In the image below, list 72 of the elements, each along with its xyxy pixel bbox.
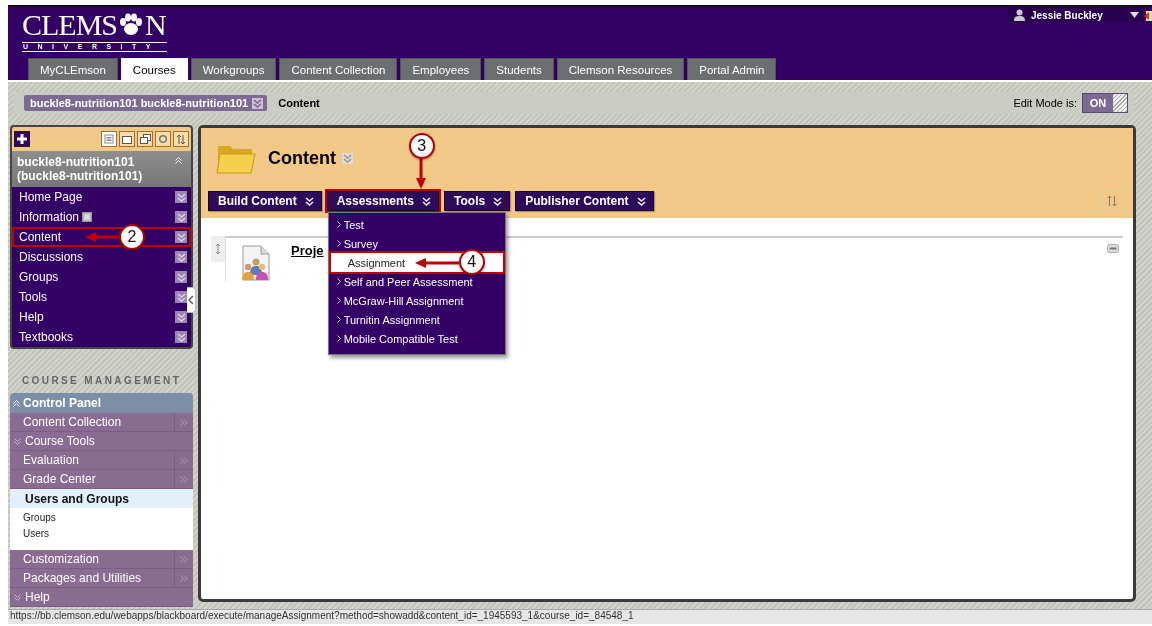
course-menu-item[interactable]: Tools bbox=[12, 287, 47, 307]
chevron-icon bbox=[336, 221, 341, 228]
caret-icon bbox=[1130, 12, 1139, 18]
collapse-sidebar-handle[interactable] bbox=[187, 287, 196, 313]
refresh-icon[interactable] bbox=[155, 131, 171, 147]
edit-mode-toggle[interactable]: ON bbox=[1082, 93, 1128, 113]
step-number-badge: 3 bbox=[408, 133, 435, 159]
control-panel-sublink[interactable]: Groups bbox=[10, 510, 193, 526]
chevron-icon bbox=[336, 240, 341, 247]
nav-tab[interactable]: Portal Admin bbox=[687, 58, 777, 80]
nav-tab[interactable]: Employees bbox=[400, 58, 482, 80]
collapse-icon[interactable] bbox=[13, 399, 20, 407]
edit-mode-label: Edit Mode is: bbox=[1013, 97, 1077, 109]
sort-icon[interactable] bbox=[173, 131, 189, 147]
breadcrumb-current: Content bbox=[278, 97, 321, 109]
course-menu-item[interactable]: Home Page bbox=[12, 187, 83, 207]
chevron-icon bbox=[336, 297, 341, 304]
user-icon bbox=[1014, 9, 1025, 21]
nav-tab[interactable]: Courses bbox=[120, 58, 188, 80]
dropdown-menu-item[interactable]: Mobile Compatible Test bbox=[336, 329, 497, 348]
double-chevron-icon bbox=[304, 196, 314, 206]
action-menu-button[interactable]: Publisher Content bbox=[515, 191, 654, 211]
control-panel-sublink[interactable]: Users bbox=[10, 526, 193, 542]
step-number-badge: 2 bbox=[119, 224, 145, 250]
course-menu-item[interactable]: Help bbox=[12, 307, 44, 327]
course-menu-item[interactable]: Discussions bbox=[12, 247, 84, 267]
nav-tab[interactable]: Workgroups bbox=[190, 58, 277, 80]
chevron-icon[interactable] bbox=[342, 152, 353, 164]
dropdown-menu-item[interactable]: Assignment bbox=[338, 253, 406, 273]
double-chevron-icon bbox=[493, 196, 503, 206]
course-menu-item[interactable]: Textbooks bbox=[12, 327, 74, 347]
dropdown-menu-item[interactable]: Test bbox=[336, 215, 497, 234]
add-menu-item-button[interactable] bbox=[14, 131, 30, 147]
list-view-icon[interactable] bbox=[101, 131, 117, 147]
action-menu-button[interactable]: Tools bbox=[444, 191, 511, 211]
dropdown-menu-item[interactable]: Turnitin Assignment bbox=[336, 310, 497, 329]
chevron-icon bbox=[336, 278, 341, 285]
action-menu-button[interactable]: Assessments bbox=[326, 191, 440, 211]
info-icon bbox=[82, 212, 93, 222]
chevron-icon bbox=[336, 335, 341, 342]
windows-icon[interactable] bbox=[137, 131, 153, 147]
content-item-title[interactable]: Proje bbox=[291, 243, 324, 258]
page-title: Content bbox=[268, 147, 336, 169]
minimize-icon[interactable] bbox=[1107, 244, 1119, 253]
chevron-icon[interactable] bbox=[252, 97, 264, 109]
chevron-icon bbox=[336, 316, 341, 323]
nav-tab[interactable]: Clemson Resources bbox=[556, 58, 685, 80]
expand-icon[interactable] bbox=[14, 593, 21, 601]
nav-tab[interactable]: Students bbox=[484, 58, 554, 80]
action-menu-button[interactable]: Build Content bbox=[208, 191, 322, 211]
collapse-icon[interactable] bbox=[175, 157, 182, 164]
callout-arrow bbox=[414, 258, 459, 268]
double-chevron-icon bbox=[636, 196, 646, 206]
dropdown-menu-item[interactable]: McGraw-Hill Assignment bbox=[336, 291, 497, 310]
user-menu[interactable]: Jessie Buckley bbox=[1008, 7, 1145, 23]
double-chevron-icon bbox=[422, 196, 432, 206]
nav-tab[interactable]: Content Collection bbox=[279, 58, 398, 80]
course-menu-item[interactable]: Content bbox=[12, 227, 62, 247]
expand-icon[interactable] bbox=[14, 437, 21, 445]
folder-icon[interactable] bbox=[119, 131, 135, 147]
course-breadcrumb[interactable]: buckle8-nutrition101 buckle8-nutrition101 bbox=[24, 95, 268, 111]
course-menu-item[interactable]: Information bbox=[12, 207, 80, 227]
status-bar-url: https://bb.clemson.edu/webapps/blackboard/execute/manageAssignment?method=showadd&content_id=_1945593_1&course_id=_84548_1 bbox=[8, 610, 634, 622]
course-menu-item[interactable]: Groups bbox=[12, 267, 59, 287]
section-heading: COURSE MANAGEMENT bbox=[21, 374, 183, 388]
step-number-badge: 4 bbox=[458, 249, 485, 275]
logout-icon[interactable] bbox=[1144, 9, 1152, 23]
callout-arrow bbox=[85, 232, 121, 242]
drag-handle[interactable] bbox=[211, 236, 225, 262]
dropdown-menu-item[interactable]: Self and Peer Assessment bbox=[336, 272, 497, 291]
nav-tab[interactable]: MyCLEmson bbox=[28, 58, 118, 80]
callout-arrow bbox=[415, 157, 426, 189]
